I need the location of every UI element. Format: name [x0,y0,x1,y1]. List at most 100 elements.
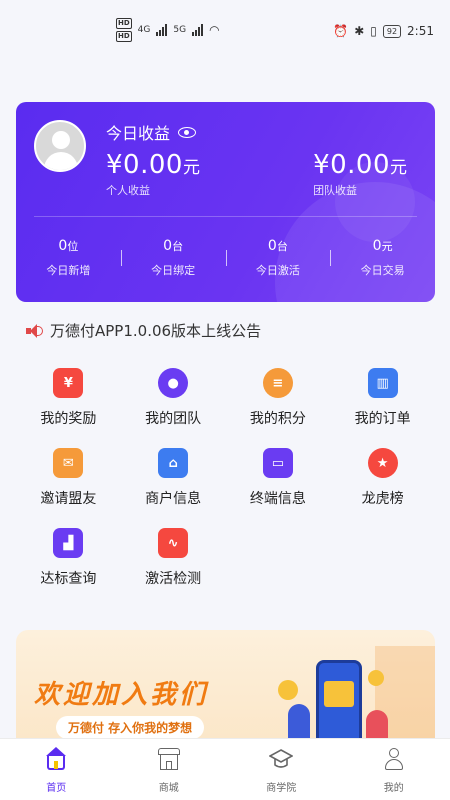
speaker-icon [26,323,44,339]
orders-chart-icon: ▥ [367,368,398,398]
menu-label: 我的奖励 [40,411,97,427]
banner-title: 欢迎加入我们 [34,680,209,710]
nav-profile[interactable]: 我的 [338,739,450,800]
store-icon: ⌂ [158,448,189,478]
coin-illustration [368,670,384,686]
today-stats: 0位 今日新增 0台 今日绑定 0台 今日激活 0元 今日交易 [16,238,435,278]
menu-activation-check[interactable]: ∿ 激活检测 [121,528,226,588]
menu-invite-allies[interactable]: ✉ 邀请盟友 [16,448,121,508]
status-time: 2:51 [407,24,434,38]
hd-indicators: HD HD [116,18,132,42]
menu-label: 我的团队 [145,411,202,427]
vibrate-icon: ▯ [370,24,377,38]
today-earnings-label: 今日收益 [106,124,171,143]
menu-label: 我的订单 [354,411,411,427]
stat-value: 0 [372,238,382,254]
announcement-text[interactable]: 万德付APP1.0.06版本上线公告 [50,320,261,341]
hd-icon: HD [116,18,132,29]
nav-label: 商城 [158,783,179,794]
pulse-icon: ∿ [158,528,189,558]
stat-label: 今日新增 [46,264,91,277]
signal-icon [192,24,204,36]
menu-label: 达标查询 [40,571,97,587]
graduation-cap-icon [269,747,294,771]
card-divider [34,216,417,217]
team-label: 团队收益 [313,184,358,197]
stat-value: 0 [267,238,277,254]
stat-transactions[interactable]: 0元 今日交易 [330,238,435,278]
menu-terminal-info[interactable]: ▭ 终端信息 [226,448,331,508]
banner-subtitle: 万德付 存入你我的梦想 [56,716,205,739]
network-5g-label: 5G [173,25,187,35]
menu-leaderboard[interactable]: ★ 龙虎榜 [330,448,435,508]
team-amount: ¥0.00 [313,150,390,180]
promo-banner[interactable]: 欢迎加入我们 万德付 存入你我的梦想 [16,630,435,750]
team-unit: 元 [390,158,407,178]
hd-icon: HD [116,31,132,42]
coins-icon: ≡ [262,368,293,398]
team-icon: ● [158,368,189,398]
stat-activated[interactable]: 0台 今日激活 [225,238,331,278]
stat-label: 今日交易 [360,264,405,277]
battery-icon: 92 [382,24,402,38]
personal-unit: 元 [182,158,200,178]
earnings-card: 今日收益 ¥0.00元 个人收益 ¥0.00元 团队收益 0位 今日新增 0台 … [16,102,435,302]
personal-label: 个人收益 [106,184,150,197]
stat-label: 今日绑定 [151,264,196,277]
menu-label: 我的积分 [249,411,306,427]
status-bar: HD HD 4G 5G ◠ ⏰ ✱ ▯ 92 2:51 [0,0,450,62]
function-grid: ¥ 我的奖励 ● 我的团队 ≡ 我的积分 ▥ 我的订单 ✉ 邀请盟友 ⌂ 商户信… [16,368,435,588]
terminal-icon: ▭ [262,448,293,478]
stat-unit: 元 [381,240,393,253]
personal-amount: ¥0.00 [106,150,183,180]
menu-target-query[interactable]: ▟ 达标查询 [16,528,121,588]
stat-unit: 台 [172,240,184,253]
menu-my-team[interactable]: ● 我的团队 [121,368,226,428]
store-icon [157,747,181,771]
eye-icon[interactable] [178,126,197,138]
nav-mall[interactable]: 商城 [113,739,226,800]
alarm-icon: ⏰ [333,24,349,38]
network-4g-label: 4G [137,25,151,35]
stat-new[interactable]: 0位 今日新增 [16,238,121,278]
nav-label: 首页 [46,783,67,794]
menu-label: 邀请盟友 [40,491,97,507]
nav-label: 商学院 [266,783,297,794]
bluetooth-icon: ✱ [354,24,365,38]
wifi-icon: ◠ [209,23,220,37]
status-bar-left: HD HD 4G 5G ◠ [116,18,220,42]
avatar[interactable] [34,120,86,172]
status-bar-right: ⏰ ✱ ▯ 92 2:51 [333,24,434,38]
today-earnings-title: 今日收益 [106,120,197,144]
menu-my-orders[interactable]: ▥ 我的订单 [330,368,435,428]
menu-my-points[interactable]: ≡ 我的积分 [226,368,331,428]
nav-academy[interactable]: 商学院 [225,739,338,800]
stat-value: 0 [163,238,173,254]
stat-unit: 位 [67,240,79,253]
home-icon [44,747,68,771]
menu-merchant-info[interactable]: ⌂ 商户信息 [121,448,226,508]
signal-icon [156,24,168,36]
nav-home[interactable]: 首页 [0,739,113,800]
stat-bound[interactable]: 0台 今日绑定 [120,238,226,278]
phone-illustration [316,660,362,750]
menu-my-rewards[interactable]: ¥ 我的奖励 [16,368,121,428]
nav-label: 我的 [383,783,404,794]
stat-label: 今日激活 [255,264,300,277]
medal-icon: ★ [367,448,398,478]
coin-illustration [278,680,298,700]
bar-chart-icon: ▟ [53,528,84,558]
stat-unit: 台 [276,240,288,253]
money-bag-icon: ¥ [53,368,84,398]
personal-earnings: ¥0.00元 个人收益 [106,150,200,198]
bottom-nav: 首页 商城 商学院 我的 [0,738,450,800]
menu-label: 激活检测 [145,571,202,587]
profile-icon [382,747,406,771]
menu-label: 终端信息 [249,491,306,507]
team-earnings: ¥0.00元 团队收益 [313,150,407,198]
menu-label: 龙虎榜 [361,491,404,507]
menu-label: 商户信息 [145,491,202,507]
announcement-bar[interactable]: 万德付APP1.0.06版本上线公告 [26,320,261,341]
stat-value: 0 [58,238,68,254]
envelope-icon: ✉ [53,448,84,478]
